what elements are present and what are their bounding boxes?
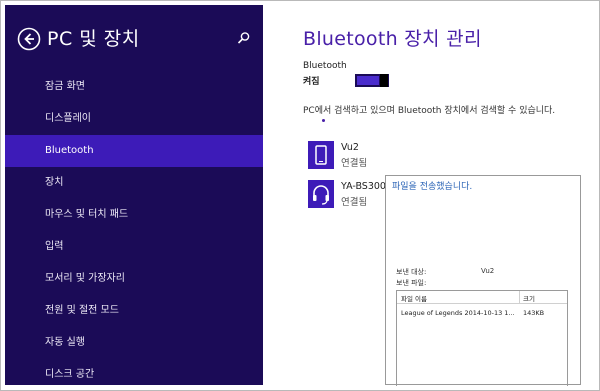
sidebar-item-disk-space[interactable]: 디스크 공간 [5, 359, 263, 390]
bluetooth-label: Bluetooth [303, 61, 347, 71]
search-icon[interactable] [237, 31, 251, 45]
headset-icon [308, 180, 334, 208]
table-header: 파일 이름 크기 [397, 291, 567, 304]
phone-icon [308, 141, 334, 169]
sidebar-item-display[interactable]: 디스플레이 [5, 103, 263, 135]
files-label: 보낸 파일: [396, 279, 427, 287]
toggle-fill [357, 76, 379, 85]
toggle-thumb[interactable] [380, 74, 388, 87]
file-transfer-dialog: 파일을 전송했습니다. 보낸 대상: Vu2 보낸 파일: 파일 이름 크기 L… [385, 175, 581, 386]
file-list-table: 파일 이름 크기 League of Legends 2014-10-13 1.… [396, 290, 568, 386]
sidebar-item-mouse-touchpad[interactable]: 마우스 및 터치 패드 [5, 199, 263, 231]
file-name-cell: League of Legends 2014-10-13 1... [401, 309, 515, 317]
device-status: 연결됨 [341, 158, 368, 169]
bluetooth-toggle[interactable] [355, 74, 389, 87]
sidebar-nav: 잠금 화면 디스플레이 Bluetooth 장치 마우스 및 터치 패드 입력 … [5, 71, 263, 390]
page-title: Bluetooth 장치 관리 [303, 28, 482, 50]
transfer-title: 파일을 전송했습니다. [392, 182, 473, 192]
device-status: 연결됨 [341, 197, 368, 208]
column-header-size[interactable]: 크기 [523, 293, 535, 303]
column-divider [519, 291, 520, 303]
search-status-text: PC에서 검색하고 있으며 Bluetooth 장치에서 검색할 수 있습니다. [303, 106, 556, 116]
settings-window: PC 및 장치 잠금 화면 디스플레이 Bluetooth 장치 마우스 및 터… [0, 0, 600, 391]
column-header-name[interactable]: 파일 이름 [401, 293, 427, 303]
sidebar-header: PC 및 장치 [17, 25, 257, 55]
sidebar-item-devices[interactable]: 장치 [5, 167, 263, 199]
sidebar: PC 및 장치 잠금 화면 디스플레이 Bluetooth 장치 마우스 및 터… [5, 5, 263, 385]
sidebar-item-typing[interactable]: 입력 [5, 231, 263, 263]
device-name: Vu2 [341, 142, 359, 153]
back-arrow-icon[interactable] [17, 27, 41, 51]
recipient-label: 보낸 대상: [396, 268, 427, 276]
sidebar-item-power-sleep[interactable]: 전원 및 절전 모드 [5, 295, 263, 327]
device-item-vu2[interactable]: Vu2 연결됨 [308, 141, 508, 169]
device-name: YA-BS300 [341, 181, 386, 192]
sidebar-item-autoplay[interactable]: 자동 실행 [5, 327, 263, 359]
progress-dot [322, 119, 325, 122]
toggle-state-label: 켜짐 [303, 77, 320, 87]
recipient-value: Vu2 [481, 267, 495, 275]
sidebar-item-bluetooth[interactable]: Bluetooth [5, 135, 263, 167]
file-size-cell: 143KB [523, 309, 545, 317]
sidebar-item-corners-edges[interactable]: 모서리 및 가장자리 [5, 263, 263, 295]
sidebar-item-lock-screen[interactable]: 잠금 화면 [5, 71, 263, 103]
sidebar-title: PC 및 장치 [47, 28, 140, 50]
